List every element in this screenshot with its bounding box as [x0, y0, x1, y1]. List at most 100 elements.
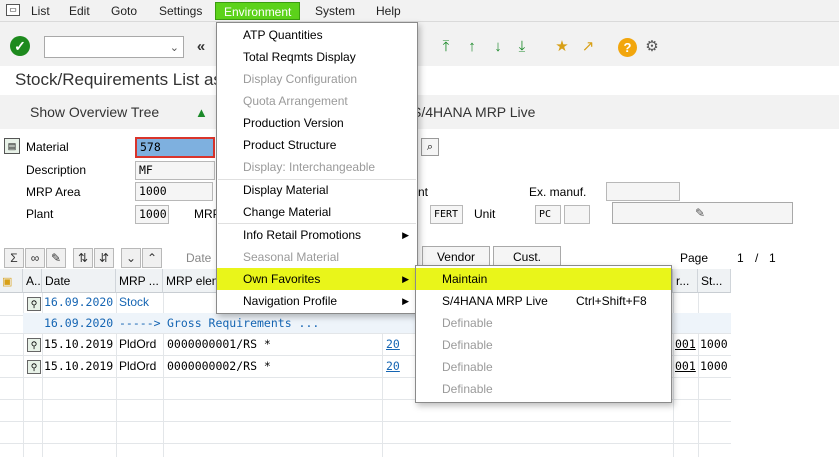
menu-item-own-favorites[interactable]: Own Favorites ▶ — [217, 268, 417, 290]
planned-order-icon[interactable]: ⚲ — [27, 360, 41, 374]
menu-edit[interactable]: Edit — [67, 3, 92, 19]
shortcut-icon[interactable]: ↗ — [579, 37, 597, 57]
menu-item-total-reqmts-display[interactable]: Total Reqmts Display — [217, 46, 356, 68]
menu-help[interactable]: Help — [374, 3, 403, 19]
submenu-arrow-icon: ▶ — [402, 230, 409, 240]
menu-settings[interactable]: Settings — [157, 3, 204, 19]
next-page-icon[interactable]: ↓ — [489, 37, 507, 57]
material-field[interactable]: 578 — [135, 137, 215, 158]
menu-item-product-structure[interactable]: Product Structure — [217, 134, 336, 156]
own-favorites-label: Own Favorites — [243, 272, 321, 286]
submenu-item-definable-4: Definable — [442, 382, 493, 396]
row-3-element: 0000000001/RS * — [167, 337, 271, 351]
submenu-item-definable-1: Definable — [442, 316, 493, 330]
submenu-item-mrp-live[interactable]: S/4HANA MRP Live Ctrl+Shift+F8 — [416, 290, 671, 312]
expand-down-icon[interactable]: ⌄ — [121, 248, 141, 268]
menu-environment[interactable]: Environment — [215, 2, 301, 20]
ex-manuf-field — [606, 182, 680, 201]
menu-item-seasonal-material: Seasonal Material — [243, 250, 340, 264]
plant-label: Plant — [26, 207, 54, 221]
row-4-st: 1000 — [700, 359, 728, 373]
unit-extra-field — [564, 205, 590, 224]
row-3-st: 1000 — [700, 337, 728, 351]
new-session-icon[interactable]: ★ — [553, 37, 571, 57]
mrp-live-button[interactable]: S/4HANA MRP Live — [412, 104, 535, 120]
description-label: Description — [26, 163, 87, 177]
date-button[interactable]: Date — [186, 251, 211, 265]
mrp-live-label: S/4HANA MRP Live — [442, 294, 548, 308]
row-3-quantity[interactable]: 20 — [384, 333, 400, 355]
standard-toolbar: ✓ ⌄ « ⤒ ↑ ↓ ⤓ ★ ↗ ? ⚙ — [0, 22, 839, 66]
last-page-icon[interactable]: ⤓ — [513, 37, 531, 57]
row-2-mrp: -----> — [119, 316, 161, 330]
grid-header-select-icon[interactable]: ▣ — [0, 269, 23, 293]
description-field: MF — [135, 161, 215, 180]
page-total: 1 — [769, 251, 776, 265]
grid-header-r[interactable]: r... — [673, 269, 698, 293]
submenu-arrow-icon: ▶ — [402, 296, 409, 306]
search-icon[interactable]: ⌕ — [421, 138, 439, 156]
sort-asc-icon[interactable]: ⇅ — [73, 248, 93, 268]
menu-item-production-version[interactable]: Production Version — [217, 112, 344, 134]
collapse-header-icon[interactable]: ▤ — [4, 138, 20, 154]
menu-item-atp-quantities[interactable]: ATP Quantities — [217, 24, 323, 46]
menu-item-navigation-profile[interactable]: Navigation Profile ▶ — [217, 290, 417, 312]
details-button[interactable]: ✎ — [612, 202, 793, 224]
sort-desc-icon[interactable]: ⇵ — [94, 248, 114, 268]
nt-label: nt — [418, 185, 429, 199]
tree-icon[interactable]: ▲ — [195, 105, 208, 120]
menu-item-info-retail-promotions[interactable]: Info Retail Promotions ▶ — [217, 224, 417, 246]
menu-item-display-interchangeable: Display: Interchangeable — [243, 160, 376, 174]
mrp-area-field: 1000 — [135, 182, 213, 201]
menu-item-change-material[interactable]: Change Material — [217, 201, 331, 223]
planned-order-icon[interactable]: ⚲ — [27, 338, 41, 352]
gear-icon[interactable]: ⚙ — [643, 37, 661, 57]
row-3-r: 001 — [675, 337, 696, 351]
enter-check-icon[interactable]: ✓ — [10, 36, 30, 56]
plant-field: 1000 — [135, 205, 169, 224]
pencil-icon[interactable]: ✎ — [46, 248, 66, 268]
menu-system[interactable]: System — [313, 3, 357, 19]
row-4-quantity[interactable]: 20 — [384, 355, 400, 377]
menu-list[interactable]: List — [29, 3, 52, 19]
grid-header-date[interactable]: Date — [42, 269, 116, 293]
row-4-mrp: PldOrd — [119, 359, 157, 373]
unit-label: Unit — [474, 207, 496, 221]
show-overview-tree-button[interactable]: Show Overview Tree — [30, 104, 159, 120]
material-value: 578 — [140, 140, 161, 154]
menu-goto[interactable]: Goto — [109, 3, 139, 19]
command-field[interactable]: ⌄ — [44, 36, 184, 58]
submenu-item-definable-2: Definable — [442, 338, 493, 352]
window-menu-icon[interactable]: ▭ — [6, 4, 20, 16]
page-separator: / — [755, 251, 759, 265]
sum-icon[interactable]: Σ — [4, 248, 24, 268]
stock-row-icon[interactable]: ⚲ — [27, 297, 41, 311]
previous-page-icon[interactable]: ↑ — [463, 37, 481, 57]
mrp-area-label: MRP Area — [26, 185, 81, 199]
plant-value: 1000 — [139, 207, 167, 221]
submenu-item-maintain[interactable]: Maintain — [416, 268, 671, 290]
back-double-icon[interactable]: « — [192, 37, 210, 57]
page-title: Stock/Requirements List as — [15, 70, 222, 89]
first-page-icon[interactable]: ⤒ — [437, 37, 455, 57]
unit-value: PC — [539, 209, 552, 220]
row-3-mrp: PldOrd — [119, 337, 157, 351]
mrp-live-shortcut: Ctrl+Shift+F8 — [576, 294, 647, 308]
menu-item-display-configuration: Display Configuration — [243, 72, 358, 86]
row-4-date: 15.10.2019 — [44, 359, 114, 373]
collapse-up-icon[interactable]: ⌃ — [142, 248, 162, 268]
material-type-value: FERT — [434, 209, 459, 220]
grid-header-mrp[interactable]: MRP ... — [116, 269, 163, 293]
page-label: Page — [680, 251, 709, 265]
page-current: 1 — [737, 251, 744, 265]
help-icon[interactable]: ? — [618, 38, 637, 57]
menu-item-quota-arrangement: Quota Arrangement — [243, 94, 348, 108]
environment-menu: ATP Quantities Total Reqmts Display Disp… — [216, 22, 418, 314]
glasses-icon[interactable]: ∞ — [25, 248, 45, 268]
grid-header-st[interactable]: St... — [698, 269, 731, 293]
menu-item-display-material[interactable]: Display Material — [217, 179, 328, 201]
grid-header-a[interactable]: A.. — [23, 269, 42, 293]
chevron-down-icon[interactable]: ⌄ — [170, 41, 179, 54]
material-type-field: FERT — [430, 205, 463, 224]
row-1-mrp: Stock — [119, 295, 150, 309]
